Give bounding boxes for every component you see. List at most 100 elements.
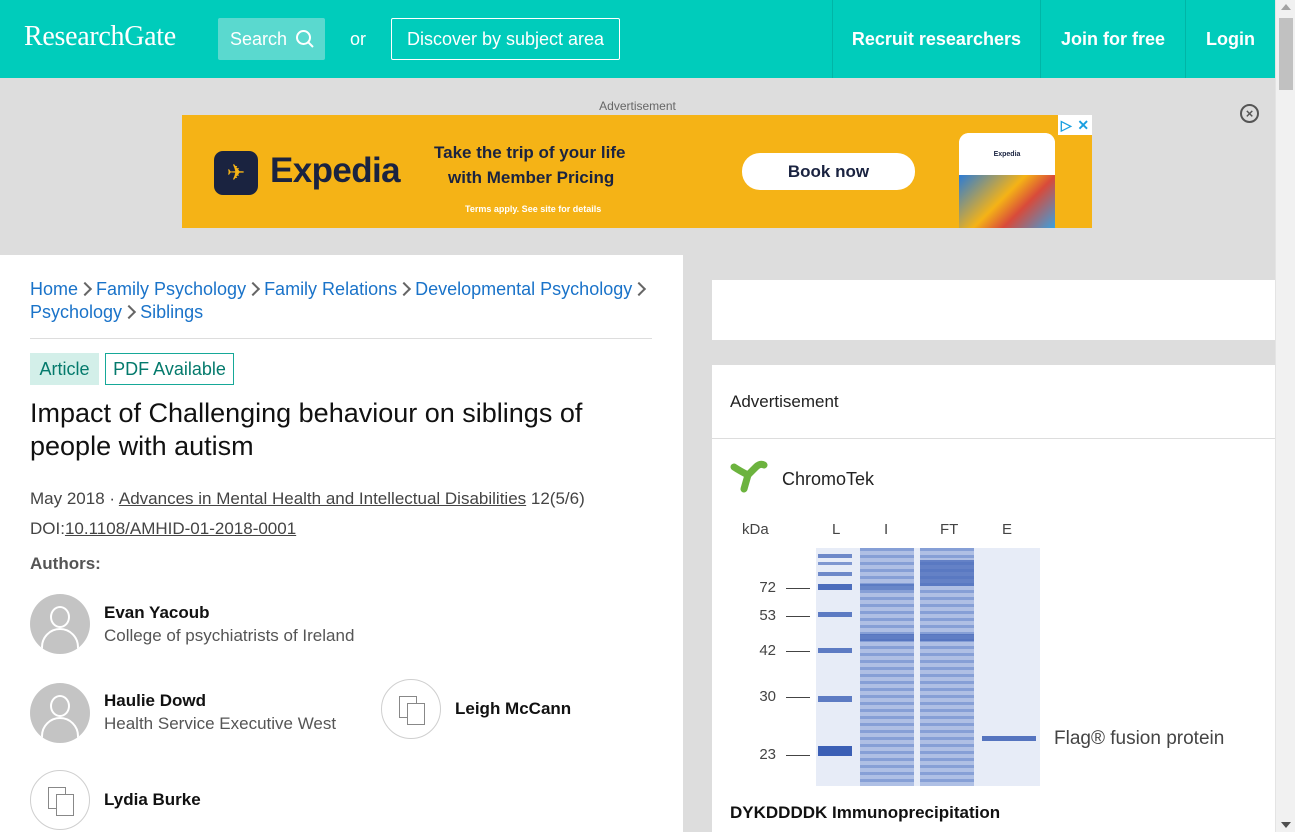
meta-dot: · <box>109 489 116 508</box>
mw-marker-label: 42 <box>759 642 776 659</box>
chevron-right-icon <box>397 281 412 297</box>
sidebar-ad-card[interactable]: Advertisement ChromoTek kDa L I FT E 72 … <box>712 365 1275 832</box>
divider <box>30 338 652 339</box>
authors-heading: Authors: <box>30 554 101 573</box>
chevron-right-icon <box>245 281 261 297</box>
breadcrumb-item-family-psychology[interactable]: Family Psychology <box>96 279 246 299</box>
author-affiliation: College of psychiatrists of Ireland <box>104 626 355 645</box>
divider <box>712 438 1275 439</box>
search-icon <box>296 30 314 48</box>
expedia-brand-text: Expedia <box>270 151 401 190</box>
documents-icon-front <box>56 794 74 816</box>
book-now-button[interactable]: Book now <box>742 153 915 190</box>
scroll-down-arrow-icon[interactable] <box>1281 822 1291 828</box>
top-navigation-bar: ResearchGate Search or Discover by subje… <box>0 0 1275 78</box>
mw-tick <box>786 697 810 698</box>
lane-label: L <box>832 521 841 538</box>
journal-issue: 12(5/6) <box>530 489 585 508</box>
phone-mockup-image: Expedia <box>959 133 1055 228</box>
login-link[interactable]: Login <box>1185 0 1275 78</box>
author-avatar[interactable] <box>30 683 90 743</box>
mw-marker-label: 23 <box>759 746 776 763</box>
lane-label: I <box>884 521 889 538</box>
mw-tick <box>786 616 810 617</box>
journal-link[interactable]: Advances in Mental Health and Intellectu… <box>119 489 526 508</box>
mw-marker-label: 72 <box>759 579 776 596</box>
author-name[interactable]: Leigh McCann <box>455 699 571 719</box>
ad-close-icon[interactable]: × <box>1240 104 1259 123</box>
flag-fusion-protein-label: Flag® fusion protein <box>1054 728 1225 749</box>
author-avatar-placeholder[interactable] <box>30 770 90 830</box>
or-separator-text: or <box>350 29 367 49</box>
plane-icon: ✈ <box>226 160 246 185</box>
author-avatar-placeholder[interactable] <box>381 679 441 739</box>
adchoices-icon[interactable]: ▷ <box>1061 117 1072 134</box>
breadcrumb-item-psychology[interactable]: Psychology <box>30 302 122 322</box>
publication-date: May 2018 <box>30 489 105 508</box>
mw-marker-label: 53 <box>759 607 776 624</box>
kda-label: kDa <box>742 521 769 538</box>
breadcrumb-item-home[interactable]: Home <box>30 279 78 299</box>
phone-app-header: Expedia <box>959 133 1055 175</box>
expedia-ad-banner[interactable]: ✈ Expedia Take the trip of your life wit… <box>182 115 1092 228</box>
breadcrumb-item-siblings[interactable]: Siblings <box>140 302 203 322</box>
ad-tagline-line2: with Member Pricing <box>448 168 615 187</box>
scrollbar-thumb[interactable] <box>1279 18 1293 90</box>
join-for-free-link[interactable]: Join for free <box>1039 0 1185 78</box>
author-name[interactable]: Lydia Burke <box>104 790 201 810</box>
discover-by-subject-button[interactable]: Discover by subject area <box>391 18 620 60</box>
ladder-lane <box>818 548 852 786</box>
author-avatar[interactable] <box>30 594 90 654</box>
header-nav-links: Recruit researchers Join for free Login <box>831 0 1275 78</box>
adchoices-close-icon[interactable]: ✕ <box>1077 117 1089 134</box>
mw-tick <box>786 651 810 652</box>
doi-line: DOI:10.1108/AMHID-01-2018-0001 <box>30 519 296 539</box>
person-icon <box>50 695 70 717</box>
article-type-badge: Article <box>30 353 99 385</box>
elution-lane <box>982 548 1036 786</box>
mw-marker-label: 30 <box>759 688 776 705</box>
chromotek-brand-text: ChromoTek <box>782 469 875 489</box>
author-name[interactable]: Haulie Dowd <box>104 691 206 711</box>
gel-image: kDa L I FT E 72 53 42 30 23 Flag® fusion… <box>730 515 1250 795</box>
scroll-up-arrow-icon[interactable] <box>1281 4 1291 10</box>
breadcrumb-item-developmental-psychology[interactable]: Developmental Psychology <box>415 279 632 299</box>
breadcrumb-item-family-relations[interactable]: Family Relations <box>264 279 397 299</box>
recruit-researchers-link[interactable]: Recruit researchers <box>831 0 1040 78</box>
breadcrumb: Home Family Psychology Family Relations Dev… <box>30 278 652 324</box>
author-name[interactable]: Evan Yacoub <box>104 603 210 623</box>
page-scrollbar[interactable] <box>1275 0 1295 832</box>
chevron-right-icon <box>632 281 647 297</box>
doi-label: DOI: <box>30 519 65 538</box>
input-lane <box>860 548 914 786</box>
mw-tick <box>786 755 810 756</box>
author-affiliation: Health Service Executive West <box>104 714 337 733</box>
ad-terms-text: Terms apply. See site for details <box>465 204 602 214</box>
sidebar-empty-card <box>712 280 1275 340</box>
documents-icon-front <box>407 703 425 725</box>
chevron-right-icon <box>121 304 137 320</box>
sidebar-ad-caption: DYKDDDDK Immunoprecipitation <box>730 803 1001 822</box>
sidebar-ad-label: Advertisement <box>730 392 839 411</box>
mw-tick <box>786 588 810 589</box>
adchoices-badge[interactable]: ▷ ✕ <box>1058 115 1092 135</box>
person-body-icon <box>41 717 79 743</box>
ad-tagline-line1: Take the trip of your life <box>434 143 626 162</box>
top-ad-label: Advertisement <box>599 99 676 113</box>
phone-photo <box>959 175 1055 228</box>
expedia-logo-icon: ✈ <box>214 151 258 195</box>
article-card: Home Family Psychology Family Relations Dev… <box>0 255 683 832</box>
search-button[interactable]: Search <box>218 18 325 60</box>
article-title: Impact of Challenging behaviour on sibli… <box>30 398 583 461</box>
gel-lanes <box>816 548 1040 786</box>
pdf-available-badge[interactable]: PDF Available <box>105 353 234 385</box>
flowthrough-lane <box>920 548 974 786</box>
search-button-label: Search <box>230 28 288 49</box>
researchgate-logo[interactable]: ResearchGate <box>24 21 176 53</box>
lane-label: FT <box>940 521 959 538</box>
chromotek-logo-icon <box>730 460 768 493</box>
person-icon <box>50 606 70 628</box>
chevron-right-icon <box>77 281 93 297</box>
lane-label: E <box>1002 521 1013 538</box>
doi-link[interactable]: 10.1108/AMHID-01-2018-0001 <box>65 519 296 538</box>
